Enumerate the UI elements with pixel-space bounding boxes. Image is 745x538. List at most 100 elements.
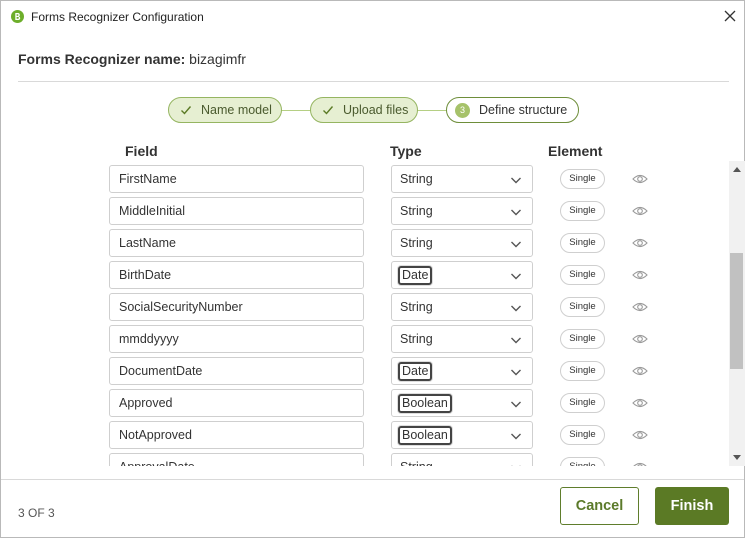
- type-value: String: [400, 300, 433, 314]
- eye-icon[interactable]: [632, 301, 648, 313]
- chevron-down-icon: [511, 241, 521, 248]
- type-value: String: [400, 460, 433, 466]
- header-divider: [18, 81, 729, 82]
- element-badge[interactable]: Single: [560, 265, 605, 285]
- vertical-scrollbar[interactable]: [729, 161, 745, 466]
- stepper-connector: [281, 110, 311, 111]
- table-row: MiddleInitial String Single: [1, 195, 729, 225]
- type-dropdown[interactable]: String: [391, 293, 533, 321]
- name-label: Forms Recognizer name:: [18, 51, 186, 67]
- element-badge[interactable]: Single: [560, 361, 605, 381]
- step-upload-files[interactable]: Upload files: [310, 97, 418, 123]
- close-button[interactable]: [719, 6, 741, 28]
- element-badge[interactable]: Single: [560, 329, 605, 349]
- step-label: Define structure: [479, 103, 568, 117]
- chevron-down-icon: [511, 209, 521, 216]
- window-title: Forms Recognizer Configuration: [31, 10, 204, 24]
- type-value: Date: [398, 266, 433, 285]
- type-value: String: [400, 204, 433, 218]
- chevron-down-icon: [511, 305, 521, 312]
- field-name-input[interactable]: SocialSecurityNumber: [109, 293, 364, 321]
- bizagi-logo-icon: [11, 10, 24, 23]
- table-row: FirstName String Single: [1, 163, 729, 193]
- fields-list: FirstName String Single MiddleInitial St…: [1, 161, 729, 466]
- table-row: Approved Boolean Single: [1, 387, 729, 417]
- cancel-button[interactable]: Cancel: [560, 487, 639, 525]
- name-value: bizagimfr: [189, 51, 246, 67]
- type-dropdown[interactable]: Boolean: [391, 389, 533, 417]
- element-badge[interactable]: Single: [560, 297, 605, 317]
- field-name-input[interactable]: NotApproved: [109, 421, 364, 449]
- eye-icon[interactable]: [632, 365, 648, 377]
- element-badge[interactable]: Single: [560, 457, 605, 466]
- field-name-input[interactable]: DocumentDate: [109, 357, 364, 385]
- step-label: Upload files: [343, 103, 409, 117]
- step-counter: 3 OF 3: [18, 506, 55, 520]
- chevron-down-icon: [511, 465, 521, 466]
- chevron-down-icon: [511, 337, 521, 344]
- step-number-badge: 3: [455, 102, 470, 118]
- type-dropdown[interactable]: String: [391, 325, 533, 353]
- chevron-down-icon: [511, 177, 521, 184]
- scrollbar-thumb[interactable]: [730, 253, 743, 369]
- eye-icon[interactable]: [632, 237, 648, 249]
- element-badge[interactable]: Single: [560, 425, 605, 445]
- type-dropdown[interactable]: Date: [391, 261, 533, 289]
- field-name-input[interactable]: LastName: [109, 229, 364, 257]
- table-row: ApprovalDate String Single: [1, 451, 729, 466]
- table-row: DocumentDate Date Single: [1, 355, 729, 385]
- forms-recognizer-name: Forms Recognizer name: bizagimfr: [18, 51, 246, 67]
- type-dropdown[interactable]: String: [391, 453, 533, 466]
- forms-recognizer-dialog: Forms Recognizer Configuration Forms Rec…: [0, 0, 745, 538]
- table-row: NotApproved Boolean Single: [1, 419, 729, 449]
- element-badge[interactable]: Single: [560, 169, 605, 189]
- element-badge[interactable]: Single: [560, 393, 605, 413]
- eye-icon[interactable]: [632, 429, 648, 441]
- field-name-input[interactable]: BirthDate: [109, 261, 364, 289]
- step-name-model[interactable]: Name model: [168, 97, 282, 123]
- eye-icon[interactable]: [632, 333, 648, 345]
- eye-icon[interactable]: [632, 269, 648, 281]
- element-badge[interactable]: Single: [560, 201, 605, 221]
- eye-icon[interactable]: [632, 173, 648, 185]
- chevron-down-icon: [511, 401, 521, 408]
- field-name-input[interactable]: FirstName: [109, 165, 364, 193]
- chevron-down-icon: [511, 369, 521, 376]
- type-dropdown[interactable]: Date: [391, 357, 533, 385]
- type-value: String: [400, 172, 433, 186]
- element-badge[interactable]: Single: [560, 233, 605, 253]
- scroll-down-arrow-icon[interactable]: [732, 454, 742, 462]
- field-name-input[interactable]: ApprovalDate: [109, 453, 364, 466]
- footer-divider: [1, 479, 744, 480]
- type-value: String: [400, 332, 433, 346]
- type-dropdown[interactable]: String: [391, 229, 533, 257]
- scroll-up-arrow-icon[interactable]: [732, 165, 742, 173]
- table-row: LastName String Single: [1, 227, 729, 257]
- column-header-element: Element: [548, 143, 603, 159]
- chevron-down-icon: [511, 273, 521, 280]
- title-bar: Forms Recognizer Configuration: [1, 1, 744, 33]
- check-icon: [323, 106, 334, 115]
- type-value: Boolean: [398, 426, 452, 445]
- step-label: Name model: [201, 103, 272, 117]
- type-value: String: [400, 236, 433, 250]
- step-define-structure[interactable]: 3 Define structure: [446, 97, 579, 123]
- check-icon: [181, 106, 192, 115]
- type-dropdown[interactable]: String: [391, 165, 533, 193]
- field-name-input[interactable]: Approved: [109, 389, 364, 417]
- column-header-field: Field: [125, 143, 158, 159]
- type-dropdown[interactable]: Boolean: [391, 421, 533, 449]
- eye-icon[interactable]: [632, 461, 648, 466]
- field-name-input[interactable]: MiddleInitial: [109, 197, 364, 225]
- eye-icon[interactable]: [632, 397, 648, 409]
- column-header-type: Type: [390, 143, 422, 159]
- finish-button[interactable]: Finish: [655, 487, 729, 525]
- eye-icon[interactable]: [632, 205, 648, 217]
- type-dropdown[interactable]: String: [391, 197, 533, 225]
- chevron-down-icon: [511, 433, 521, 440]
- type-value: Boolean: [398, 394, 452, 413]
- table-row: mmddyyyy String Single: [1, 323, 729, 353]
- field-name-input[interactable]: mmddyyyy: [109, 325, 364, 353]
- table-row: SocialSecurityNumber String Single: [1, 291, 729, 321]
- stepper-connector: [417, 110, 447, 111]
